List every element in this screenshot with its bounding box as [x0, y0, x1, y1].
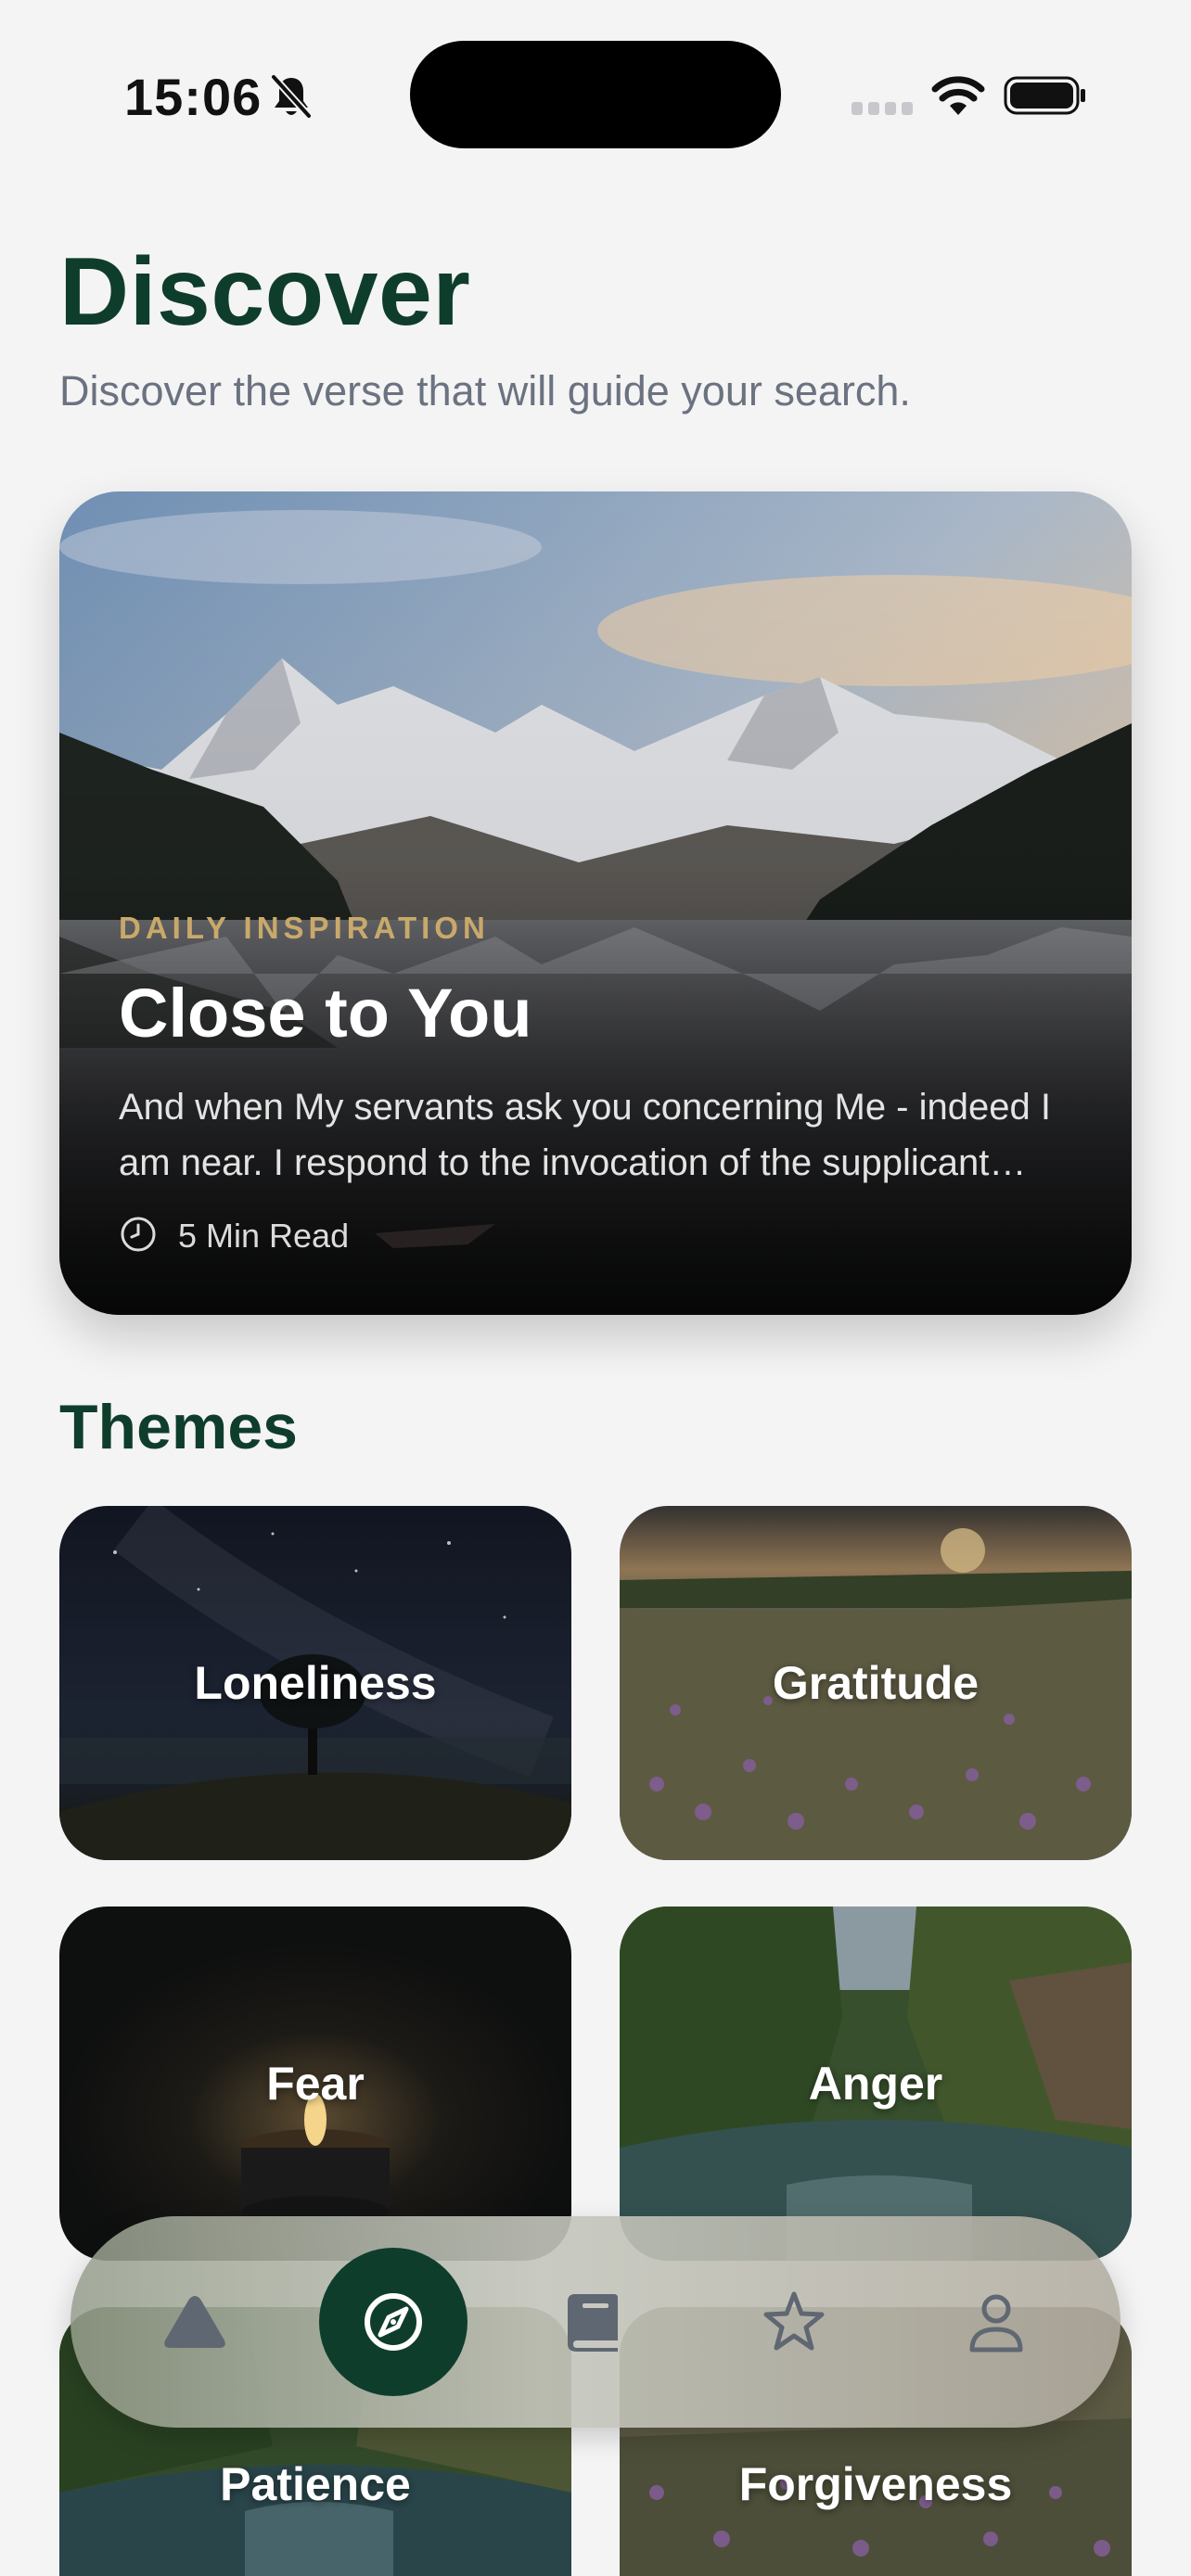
cellular-signal-icon [852, 102, 913, 115]
theme-label: Gratitude [772, 1657, 980, 1709]
featured-excerpt: And when My servants ask you concerning … [119, 1087, 1051, 1183]
daily-inspiration-card[interactable]: DAILY INSPIRATION Close to You And when … [59, 491, 1132, 1315]
star-icon [763, 2291, 825, 2351]
bell-slash-icon [271, 74, 312, 119]
theme-card-gratitude[interactable]: Gratitude [620, 1506, 1132, 1860]
tab-discover[interactable] [319, 2248, 467, 2396]
book-icon [568, 2294, 618, 2352]
page-subtitle: Discover the verse that will guide your … [59, 367, 911, 414]
compass-icon [365, 2293, 422, 2351]
themes-title: Themes [59, 1392, 298, 1462]
wifi-icon [931, 76, 985, 115]
theme-label: Loneliness [194, 1657, 437, 1709]
theme-label: Patience [220, 2458, 411, 2510]
eyebrow-label: DAILY INSPIRATION [119, 911, 490, 945]
theme-card-loneliness[interactable]: Loneliness [59, 1506, 571, 1860]
theme-card-anger[interactable]: Anger [620, 1906, 1132, 2261]
triangle-icon [164, 2296, 225, 2348]
theme-label: Fear [266, 2058, 365, 2110]
page-title: Discover [59, 238, 471, 346]
status-time: 15:06 [124, 68, 263, 126]
theme-label: Anger [808, 2058, 943, 2110]
tab-bar [70, 2216, 1121, 2428]
featured-title: Close to You [119, 975, 532, 1052]
mountain-lake-image [59, 491, 1132, 1315]
theme-card-fear[interactable]: Fear [59, 1906, 571, 2261]
tab-favorites[interactable] [720, 2248, 868, 2396]
person-icon [969, 2294, 1023, 2353]
clock-icon [121, 1217, 156, 1252]
dynamic-island [410, 41, 781, 148]
tab-home[interactable] [121, 2248, 269, 2396]
tab-library[interactable] [519, 2248, 668, 2396]
tab-profile[interactable] [922, 2248, 1070, 2396]
read-time: 5 Min Read [178, 1217, 350, 1255]
battery-icon [1004, 76, 1085, 115]
theme-label: Forgiveness [738, 2458, 1013, 2510]
discover-screen: 15:06 Discover Discover the verse that w… [0, 0, 1191, 2576]
